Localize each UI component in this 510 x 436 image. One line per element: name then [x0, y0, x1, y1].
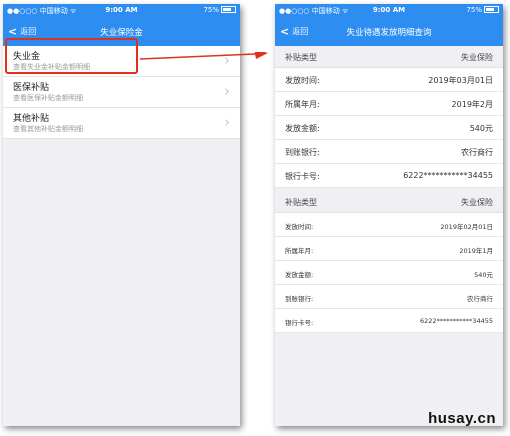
detail-row: 到账银行: 农行商行 — [275, 285, 503, 309]
row-value: 2019年02月01日 — [440, 223, 493, 231]
menu-item-medical[interactable]: 医保补贴 查看医保补贴金额明细 › — [3, 77, 240, 108]
row-label: 发放时间: — [285, 223, 314, 231]
menu-item-subtitle: 查看其他补贴金额明细 — [13, 125, 83, 133]
row-label: 发放金额: — [285, 271, 314, 279]
menu-item-other[interactable]: 其他补贴 查看其他补贴金额明细 › — [3, 108, 240, 139]
row-value: 6222***********34455 — [403, 171, 493, 180]
battery-percent: 75% — [203, 6, 219, 14]
detail-row: 所属年月: 2019年1月 — [275, 237, 503, 261]
row-value: 农行商行 — [467, 295, 493, 303]
chevron-right-icon: › — [224, 82, 230, 100]
type-label: 补贴类型 — [285, 53, 317, 62]
arrow-right-icon — [140, 52, 268, 60]
detail-row: 发放金额: 540元 — [275, 116, 503, 140]
detail-row: 到账银行: 农行商行 — [275, 140, 503, 164]
detail-row: 银行卡号: 6222***********34455 — [275, 164, 503, 188]
chevron-right-icon: › — [224, 113, 230, 131]
type-value: 失业保险 — [461, 53, 493, 62]
battery-status: 75% — [466, 6, 499, 14]
record-type-header: 补贴类型 失业保险 — [275, 191, 503, 213]
battery-status: 75% — [203, 6, 236, 14]
battery-icon — [484, 6, 499, 13]
row-label: 到账银行: — [285, 295, 314, 303]
highlight-box — [5, 38, 138, 74]
status-bar: ●●○○○ 中国移动 ᯤ 9:00 AM 75% — [275, 4, 503, 18]
battery-percent: 75% — [466, 6, 482, 14]
battery-icon — [221, 6, 236, 13]
row-value: 2019年03月01日 — [428, 76, 493, 85]
page-title: 失业保险金 — [100, 28, 143, 38]
row-value: 540元 — [474, 271, 493, 279]
detail-row: 发放金额: 540元 — [275, 261, 503, 285]
row-label: 到账银行: — [285, 148, 320, 157]
row-label: 所属年月: — [285, 247, 314, 255]
detail-row: 银行卡号: 6222***********34455 — [275, 309, 503, 333]
status-bar: ●●○○○ 中国移动 ᯤ 9:00 AM 75% — [3, 4, 240, 18]
row-label: 银行卡号: — [285, 319, 314, 327]
row-value: 农行商行 — [461, 148, 493, 157]
row-label: 发放金额: — [285, 124, 320, 133]
row-value: 6222***********34455 — [420, 317, 493, 325]
row-label: 银行卡号: — [285, 172, 320, 181]
type-value: 失业保险 — [461, 198, 493, 207]
nav-bar: < 返回 失业待遇发放明细查询 — [275, 18, 503, 46]
record-type-header: 补贴类型 失业保险 — [275, 46, 503, 68]
row-value: 2019年1月 — [459, 247, 493, 255]
row-label: 发放时间: — [285, 76, 320, 85]
watermark-text: husay.cn — [428, 410, 496, 427]
row-value: 540元 — [469, 124, 493, 133]
right-phone-screen: ●●○○○ 中国移动 ᯤ 9:00 AM 75% < 返回 失业待遇发放明细查询 … — [275, 4, 503, 426]
record-list: 补贴类型 失业保险 发放时间: 2019年03月01日 所属年月: 2019年2… — [275, 46, 503, 333]
detail-row: 所属年月: 2019年2月 — [275, 92, 503, 116]
row-label: 所属年月: — [285, 100, 320, 109]
detail-row: 发放时间: 2019年02月01日 — [275, 213, 503, 237]
menu-item-subtitle: 查看医保补贴金额明细 — [13, 94, 83, 102]
page-title: 失业待遇发放明细查询 — [346, 28, 432, 38]
type-label: 补贴类型 — [285, 198, 317, 207]
menu-item-title: 医保补贴 — [13, 83, 50, 93]
row-value: 2019年2月 — [451, 100, 493, 109]
detail-row: 发放时间: 2019年03月01日 — [275, 68, 503, 92]
menu-item-title: 其他补贴 — [13, 114, 50, 124]
